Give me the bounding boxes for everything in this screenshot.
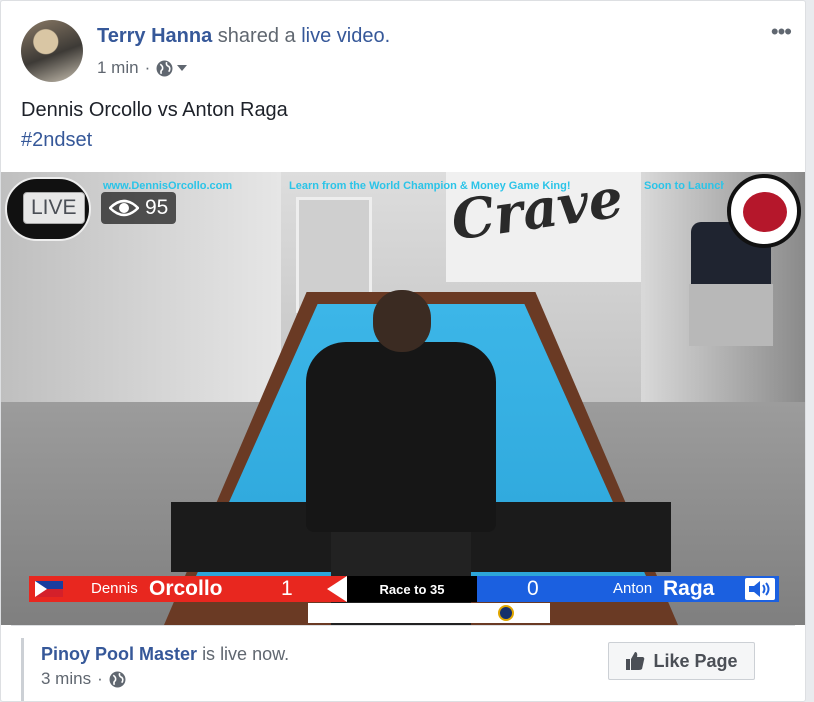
globe-icon (109, 671, 126, 687)
live-video-player[interactable]: Crave www.DennisOrcollo.com Learn from t… (1, 172, 805, 625)
hashtag-link[interactable]: #2ndset (21, 129, 92, 152)
roys-basement-logo (727, 174, 801, 248)
shared-page-line: Pinoy Pool Master is live now. (41, 644, 289, 665)
logo-emblem (743, 192, 787, 232)
scoreboard: Dennis Orcollo 1 Race to 35 0 Anton Raga (29, 576, 779, 602)
player1-first-name: Dennis (91, 580, 138, 597)
author-name-link[interactable]: Terry Hanna (97, 25, 212, 47)
overlay-soon: Soon to Launch (644, 180, 724, 192)
chevron-down-icon (177, 65, 188, 71)
live-video-link[interactable]: live video. (301, 25, 390, 47)
overlay-website: www.DennisOrcollo.com (103, 180, 233, 192)
turn-indicator-icon (327, 576, 347, 602)
more-options-button[interactable]: ••• (771, 19, 792, 45)
shared-text: shared a (217, 25, 296, 47)
page-status: is live now. (202, 644, 290, 664)
shared-page-meta: 3 mins · (41, 669, 126, 689)
post-text: Dennis Orcollo vs Anton Raga (21, 99, 288, 121)
post-meta: 1 min · (97, 58, 188, 78)
page-timestamp[interactable]: 3 mins (41, 669, 91, 689)
race-label: Race to 35 (347, 576, 477, 602)
like-page-label: Like Page (653, 650, 738, 671)
audience-selector[interactable] (156, 60, 188, 77)
eye-icon (109, 199, 139, 217)
overlay-tagline: Learn from the World Champion & Money Ga… (289, 180, 571, 192)
post-timestamp[interactable]: 1 min (97, 58, 139, 78)
author-avatar[interactable] (21, 20, 83, 82)
ten-ball-icon (498, 605, 514, 621)
live-badge: LIVE (23, 192, 85, 224)
player2-score: 0 (527, 577, 539, 600)
viewer-count-value: 95 (145, 196, 169, 219)
viewer-count: 95 (101, 192, 177, 224)
like-page-button[interactable]: Like Page (608, 642, 755, 680)
post-card: Terry Hanna shared a live video. 1 min ·… (0, 0, 806, 702)
volume-icon[interactable] (745, 578, 775, 600)
player2-first-name: Anton (613, 580, 653, 597)
meta-separator: · (144, 58, 151, 77)
player-body (306, 342, 496, 532)
globe-icon (156, 60, 173, 76)
player1-score: 1 (281, 577, 293, 600)
player1-last-name: Orcollo (149, 577, 223, 600)
philippines-flag-icon (35, 581, 63, 597)
player-head (373, 290, 431, 352)
spectator-shorts (689, 284, 773, 346)
shared-indent-bar (21, 638, 24, 701)
page-name-link[interactable]: Pinoy Pool Master (41, 644, 197, 664)
page-meta-separator: · (97, 669, 103, 688)
player2-panel: 0 Anton Raga (477, 576, 779, 602)
player1-panel: Dennis Orcollo 1 (29, 576, 347, 602)
thumbs-up-icon (626, 652, 645, 670)
post-header: Terry Hanna shared a live video. (97, 25, 390, 48)
divider (11, 625, 795, 626)
player2-last-name: Raga (663, 577, 715, 600)
